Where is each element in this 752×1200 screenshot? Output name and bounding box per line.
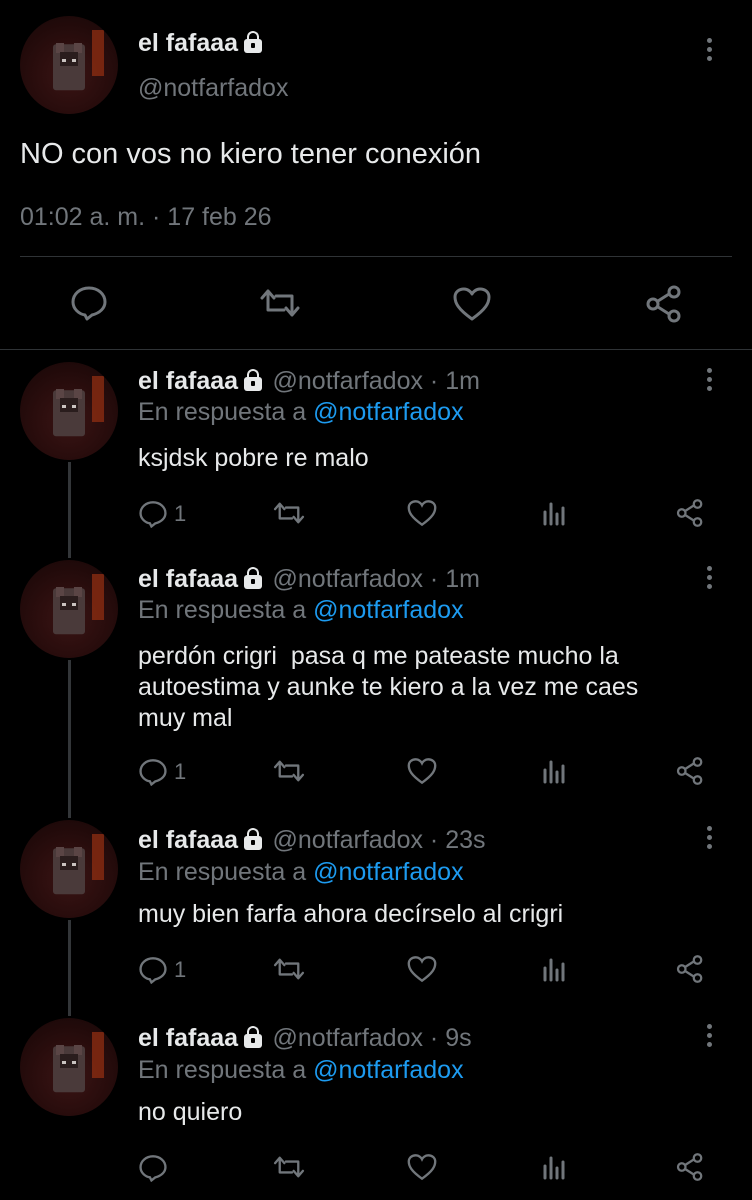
display-name[interactable]: el fafaaa xyxy=(138,367,238,395)
handle-time[interactable]: @notfarfadox · 23s xyxy=(273,826,486,854)
views-icon[interactable] xyxy=(541,1152,569,1180)
retweet-icon[interactable] xyxy=(272,501,306,525)
share-icon[interactable] xyxy=(675,1152,705,1182)
lock-icon xyxy=(244,30,263,53)
tweet-text: no quiero xyxy=(138,1098,243,1126)
reply-icon[interactable] xyxy=(138,758,168,786)
reply-prefix: En respuesta a xyxy=(138,1056,307,1084)
share-icon[interactable] xyxy=(675,498,705,528)
avatar[interactable] xyxy=(20,560,118,658)
reply-count: 1 xyxy=(174,957,187,982)
avatar[interactable] xyxy=(20,820,118,918)
retweet-icon[interactable] xyxy=(258,288,302,318)
more-icon[interactable] xyxy=(707,566,713,593)
reply-icon[interactable] xyxy=(138,500,168,528)
tweet-text: perdón crigri pasa q me pateaste mucho l… xyxy=(138,641,638,734)
reply-mention[interactable]: @notfarfadox xyxy=(313,1056,463,1084)
retweet-icon[interactable] xyxy=(272,1155,306,1179)
lock-icon xyxy=(244,827,263,850)
retweet-icon[interactable] xyxy=(272,957,306,981)
share-icon[interactable] xyxy=(644,284,684,324)
display-name[interactable]: el fafaaa xyxy=(138,565,238,593)
tweet-text-line: perdón crigri pasa q me pateaste mucho l… xyxy=(138,642,619,670)
reply-count: 1 xyxy=(174,501,187,526)
more-icon[interactable] xyxy=(707,38,713,65)
handle-time[interactable]: @notfarfadox · 9s xyxy=(273,1024,472,1052)
avatar[interactable] xyxy=(20,16,118,114)
tweet-text: NO con vos no kiero tener conexión xyxy=(20,138,482,170)
reply-icon[interactable] xyxy=(70,285,108,321)
views-icon[interactable] xyxy=(541,498,569,526)
reply-count: 1 xyxy=(174,759,187,784)
lock-icon xyxy=(244,1025,263,1048)
reply-icon[interactable] xyxy=(138,956,168,984)
reply-mention[interactable]: @notfarfadox xyxy=(313,596,463,624)
display-name[interactable]: el fafaaa xyxy=(138,29,238,57)
divider xyxy=(20,256,732,257)
tweet-text: muy bien farfa ahora decírselo al crigri xyxy=(138,900,564,928)
handle-time[interactable]: @notfarfadox · 1m xyxy=(273,565,480,593)
reply-prefix: En respuesta a xyxy=(138,398,307,426)
retweet-icon[interactable] xyxy=(272,759,306,783)
heart-icon[interactable] xyxy=(452,286,492,322)
more-icon[interactable] xyxy=(707,1024,713,1051)
handle-time[interactable]: @notfarfadox · 1m xyxy=(273,367,480,395)
heart-icon[interactable] xyxy=(406,757,438,785)
lock-icon xyxy=(244,368,263,391)
heart-icon[interactable] xyxy=(406,1153,438,1181)
share-icon[interactable] xyxy=(675,954,705,984)
reply-mention[interactable]: @notfarfadox xyxy=(313,858,463,886)
reply-icon[interactable] xyxy=(138,1154,168,1182)
tweet-text: ksjdsk pobre re malo xyxy=(138,444,369,472)
lock-icon xyxy=(244,566,263,589)
display-name[interactable]: el fafaaa xyxy=(138,1024,238,1052)
reply-prefix: En respuesta a xyxy=(138,858,307,886)
thread-line xyxy=(68,920,71,1016)
heart-icon[interactable] xyxy=(406,955,438,983)
divider xyxy=(0,349,752,350)
tweet-text-line: muy mal xyxy=(138,704,233,732)
display-name[interactable]: el fafaaa xyxy=(138,826,238,854)
reply-mention[interactable]: @notfarfadox xyxy=(313,398,463,426)
avatar[interactable] xyxy=(20,362,118,460)
reply-prefix: En respuesta a xyxy=(138,596,307,624)
timestamp[interactable]: 01:02 a. m. · 17 feb 26 xyxy=(20,203,272,232)
more-icon[interactable] xyxy=(707,368,713,395)
thread-line xyxy=(68,462,71,558)
handle[interactable]: @notfarfadox xyxy=(138,74,288,103)
more-icon[interactable] xyxy=(707,826,713,853)
views-icon[interactable] xyxy=(541,756,569,784)
views-icon[interactable] xyxy=(541,954,569,982)
avatar[interactable] xyxy=(20,1018,118,1116)
tweet-text-line: autoestima y aunke te kiero a la vez me … xyxy=(138,673,639,701)
heart-icon[interactable] xyxy=(406,499,438,527)
thread-line xyxy=(68,660,71,818)
share-icon[interactable] xyxy=(675,756,705,786)
